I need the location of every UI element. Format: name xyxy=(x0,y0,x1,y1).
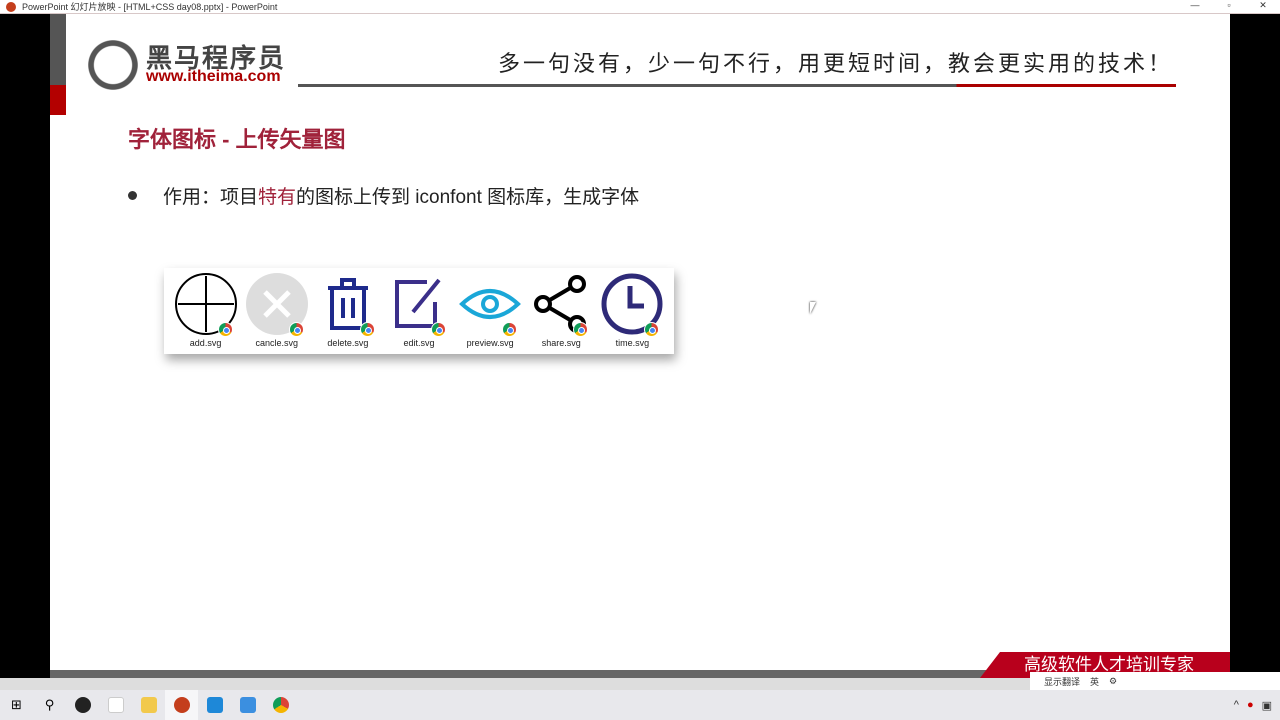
file-name: cancle.svg xyxy=(255,338,298,348)
chrome-badge-icon xyxy=(288,322,304,337)
mouse-cursor-icon xyxy=(810,302,816,314)
vscode-icon[interactable] xyxy=(198,690,231,720)
file-delete: delete.svg xyxy=(315,272,381,350)
svg-files-panel: add.svg cancle.svg delete.svg edit.svg p… xyxy=(164,268,674,354)
file-name: edit.svg xyxy=(403,338,435,348)
chrome-badge-icon xyxy=(430,322,446,337)
horse-logo-icon xyxy=(80,32,140,92)
start-button[interactable]: ⊞ xyxy=(0,690,33,720)
file-share: share.svg xyxy=(528,272,594,350)
file-name: preview.svg xyxy=(466,338,514,348)
file-name: add.svg xyxy=(189,338,222,348)
slogan: 多一句没有，少一句不行，用更短时间，教会更实用的技术！ xyxy=(498,52,1174,77)
ime-toolbar[interactable]: 显示翻译 英 ⚙ xyxy=(1030,672,1280,690)
bullet-dot xyxy=(128,191,137,200)
powerpoint-icon xyxy=(6,1,16,12)
powerpoint-taskbar-icon[interactable] xyxy=(165,690,198,720)
search-icon[interactable]: ⚲ xyxy=(33,690,66,720)
bullet-item: 作用：项目 特有 的图标上传到 iconfont 图标库，生成字体 xyxy=(128,182,639,209)
chrome-badge-icon xyxy=(359,322,375,337)
decor-gray-bar xyxy=(50,14,66,85)
chrome-icon[interactable] xyxy=(264,690,297,720)
ime-translate-label[interactable]: 显示翻译 xyxy=(1044,675,1080,688)
ime-language[interactable]: 英 xyxy=(1090,675,1099,688)
chrome-badge-icon xyxy=(217,322,233,337)
file-explorer-icon[interactable] xyxy=(132,690,165,720)
file-add: add.svg xyxy=(173,272,239,350)
maximize-button[interactable]: ▫ xyxy=(1212,0,1246,11)
decor-red-bar xyxy=(50,85,66,115)
slide-heading: 字体图标 - 上传矢量图 xyxy=(128,127,346,152)
network-icon[interactable]: ▣ xyxy=(1262,699,1272,712)
bullet-highlight: 特有 xyxy=(258,187,297,208)
window-title: PowerPoint 幻灯片放映 - [HTML+CSS day08.pptx]… xyxy=(22,2,278,12)
file-name: delete.svg xyxy=(327,338,369,348)
close-button[interactable]: ✕ xyxy=(1246,0,1280,11)
bullet-text: 作用：项目 xyxy=(163,187,259,208)
file-cancle: cancle.svg xyxy=(244,272,310,350)
bullet-text-rest: 的图标上传到 iconfont 图标库，生成字体 xyxy=(296,187,640,208)
settings-icon[interactable]: ⚙ xyxy=(1109,676,1117,687)
footer-bar xyxy=(50,670,1010,678)
file-name: share.svg xyxy=(541,338,581,348)
taskbar: ⊞ ⚲ ^ ● ▣ xyxy=(0,690,1280,720)
file-name: time.svg xyxy=(615,338,650,348)
brand-url: www.itheima.com xyxy=(146,68,281,85)
window-titlebar: PowerPoint 幻灯片放映 - [HTML+CSS day08.pptx]… xyxy=(0,0,1280,14)
app-icon[interactable] xyxy=(231,690,264,720)
system-tray: ^ ● ▣ xyxy=(1234,690,1272,720)
file-edit: edit.svg xyxy=(386,272,452,350)
obs-icon[interactable] xyxy=(66,690,99,720)
minimize-button[interactable]: — xyxy=(1178,0,1212,11)
header-divider xyxy=(298,84,1176,87)
file-time: time.svg xyxy=(599,272,665,350)
typora-icon[interactable] xyxy=(99,690,132,720)
file-preview: preview.svg xyxy=(457,272,523,350)
tray-app-icon[interactable]: ● xyxy=(1247,699,1254,711)
slide: 黑马程序员 www.itheima.com 多一句没有，少一句不行，用更短时间，… xyxy=(50,14,1230,678)
chevron-up-icon[interactable]: ^ xyxy=(1234,699,1239,711)
